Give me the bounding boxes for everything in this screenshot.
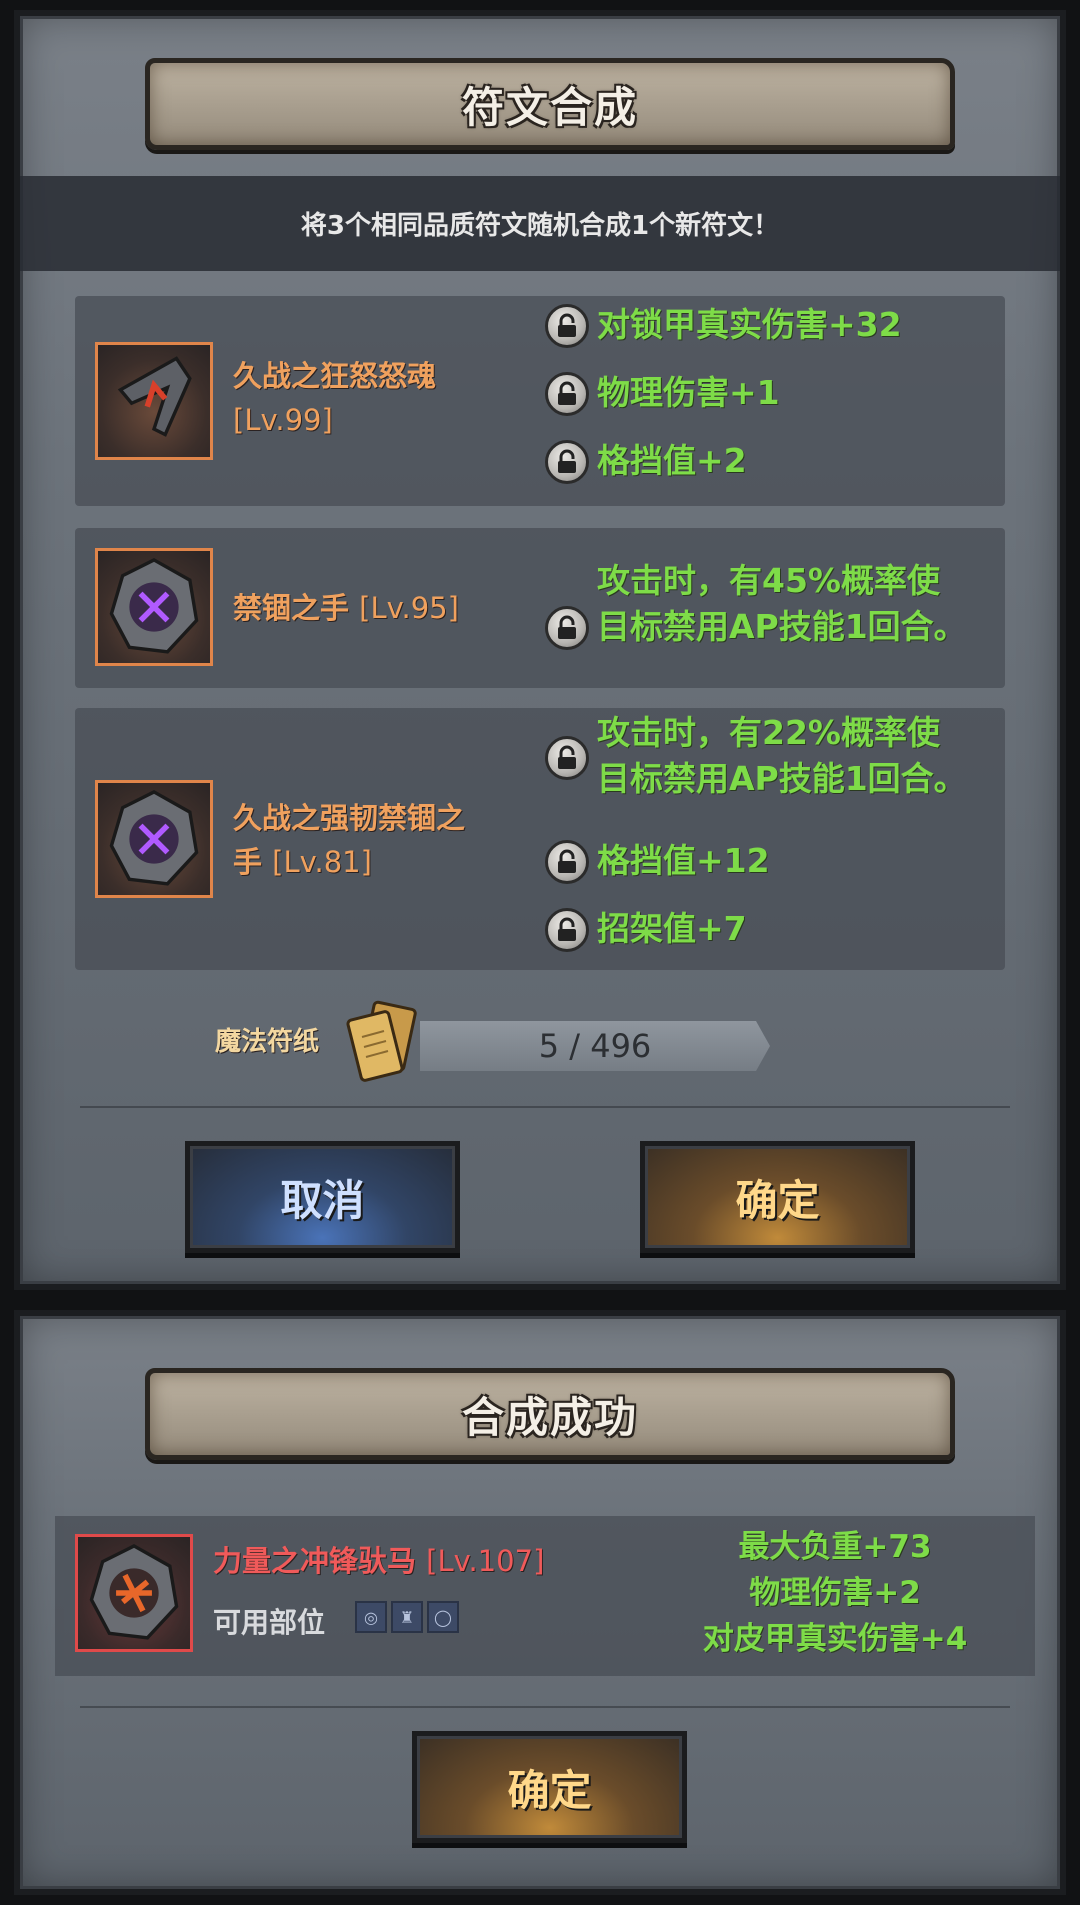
result-confirm-button[interactable]: 确定 [412, 1731, 687, 1843]
title-banner: 符文合成 [145, 58, 955, 150]
instruction-text: 将3个相同品质符文随机合成1个新符文！ [300, 211, 780, 241]
panel-title: 合成成功 [461, 1392, 638, 1442]
purple-cross-rune-icon[interactable] [95, 780, 213, 898]
rune-name-text: 久战之狂怒怒魂 [233, 359, 437, 393]
armor-slot-icon: ♜ [391, 1601, 423, 1633]
stat-text: 攻击时，有45%概率使 目标禁用AP技能1回合。 [597, 561, 967, 646]
rune-level: [Lv.95] [359, 591, 459, 625]
rune-name-text: 禁锢之手 [233, 591, 350, 625]
result-rune-icon[interactable] [75, 1534, 193, 1652]
stat-text: 格挡值+2 [597, 441, 747, 480]
lock-icon[interactable] [545, 908, 589, 952]
result-rune-row[interactable]: 力量之冲锋驮马 [Lv.107] 可用部位 ◎ ♜ ◯ 最大负重+73 物理伤害… [55, 1516, 1035, 1676]
confirm-button[interactable]: 确定 [640, 1141, 915, 1253]
divider [80, 1106, 1010, 1108]
lock-icon[interactable] [545, 840, 589, 884]
stat-text: 物理伤害+1 [597, 373, 780, 412]
material-count-bar: 5 / 496 [420, 1021, 770, 1071]
stat-text: 对锁甲真实伤害+32 [597, 305, 902, 344]
slot-label: 可用部位 [213, 1606, 326, 1639]
shield-slot-icon: ◎ [355, 1601, 387, 1633]
red-arrow-rune-icon[interactable] [95, 342, 213, 460]
stat-text: 招架值+7 [597, 909, 747, 948]
stat-line: 对锁甲真实伤害+32 [545, 302, 902, 348]
lock-icon[interactable] [545, 304, 589, 348]
ring-slot-icon: ◯ [427, 1601, 459, 1633]
result-rune-level: [Lv.107] [426, 1544, 545, 1578]
rune-name-text-cont: 手 [233, 845, 263, 879]
result-stat: 物理伤害+2 [749, 1575, 921, 1611]
material-count: 5 / 496 [538, 1027, 652, 1065]
rune-row-1[interactable]: 久战之狂怒怒魂 [Lv.99] 对锁甲真实伤害+32 物理伤害+1 格挡值+2 [75, 296, 1005, 506]
material-label: 魔法符纸 [215, 1027, 320, 1057]
stat-text: 格挡值+12 [597, 841, 770, 880]
cancel-button[interactable]: 取消 [185, 1141, 460, 1253]
stat-text: 攻击时，有22%概率使 目标禁用AP技能1回合。 [597, 713, 967, 798]
result-stats: 最大负重+73 物理伤害+2 对皮甲真实伤害+4 [655, 1524, 1015, 1662]
cancel-button-label: 取消 [280, 1175, 365, 1225]
rune-name-text: 久战之强韧禁锢之 [233, 801, 466, 835]
instruction-bar: 将3个相同品质符文随机合成1个新符文！ [20, 176, 1060, 271]
stat-line: 格挡值+12 [545, 838, 770, 884]
stat-line: 攻击时，有45%概率使 目标禁用AP技能1回合。 [545, 558, 967, 650]
rune-name: 久战之强韧禁锢之 手 [Lv.81] [233, 796, 465, 884]
lock-icon[interactable] [545, 736, 589, 780]
result-stat: 最大负重+73 [738, 1529, 932, 1565]
lock-icon[interactable] [545, 606, 589, 650]
stat-line: 格挡值+2 [545, 438, 747, 484]
stat-line: 攻击时，有22%概率使 目标禁用AP技能1回合。 [545, 710, 967, 802]
rune-synthesis-panel: 符文合成 将3个相同品质符文随机合成1个新符文！ 久战之狂怒怒魂 [Lv.99]… [14, 10, 1066, 1290]
lock-icon[interactable] [545, 372, 589, 416]
divider [80, 1706, 1010, 1708]
magic-paper-icon [346, 1000, 417, 1082]
confirm-button-label: 确定 [735, 1175, 820, 1225]
lock-icon[interactable] [545, 440, 589, 484]
rune-level: [Lv.99] [233, 403, 333, 437]
rune-name: 久战之狂怒怒魂 [Lv.99] [233, 354, 436, 442]
stat-line: 招架值+7 [545, 906, 747, 952]
result-rune-name: 力量之冲锋驮马 [Lv.107] [213, 1538, 544, 1580]
stat-line: 物理伤害+1 [545, 370, 780, 416]
result-confirm-label: 确定 [507, 1765, 592, 1815]
rune-level: [Lv.81] [272, 845, 372, 879]
rune-row-3[interactable]: 久战之强韧禁锢之 手 [Lv.81] 攻击时，有22%概率使 目标禁用AP技能1… [75, 708, 1005, 970]
panel-title: 符文合成 [461, 82, 638, 132]
result-rune-name-text: 力量之冲锋驮马 [213, 1544, 417, 1578]
rune-name: 禁锢之手 [Lv.95] [233, 586, 459, 630]
title-banner: 合成成功 [145, 1368, 955, 1460]
rune-row-2[interactable]: 禁锢之手 [Lv.95] 攻击时，有45%概率使 目标禁用AP技能1回合。 [75, 528, 1005, 688]
slot-icons: ◎ ♜ ◯ [355, 1601, 459, 1633]
result-stat: 对皮甲真实伤害+4 [702, 1621, 968, 1657]
purple-cross-rune-icon[interactable] [95, 548, 213, 666]
synthesis-success-panel: 合成成功 力量之冲锋驮马 [Lv.107] 可用部位 ◎ ♜ ◯ 最大负重+73… [14, 1310, 1066, 1895]
